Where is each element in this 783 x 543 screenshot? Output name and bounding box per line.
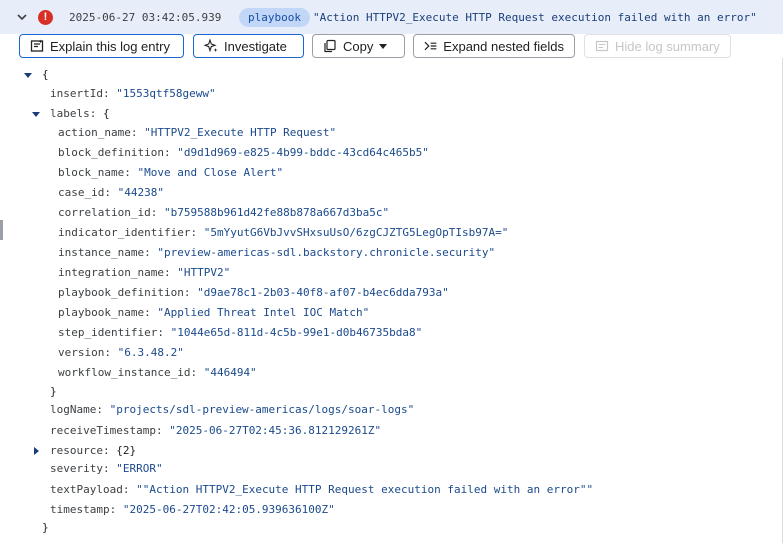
label-row: case_id: "44238" [58, 186, 164, 200]
field-value[interactable]: "1553qtf58geww" [116, 87, 215, 100]
label-row: workflow_instance_id: "446494" [58, 366, 257, 380]
log-summary: "Action HTTPV2_Execute HTTP Request exec… [313, 11, 757, 24]
field-key: workflow_instance_id: [58, 366, 198, 379]
investigate-button[interactable]: Investigate [193, 34, 304, 58]
field-key: case_id: [58, 186, 111, 199]
field-labels[interactable]: labels: { [50, 107, 110, 121]
field-key: severity: [50, 462, 110, 475]
expand-nested-fields-label: Expand nested fields [443, 38, 564, 54]
field-key: timestamp: [50, 503, 117, 516]
label-row: indicator_identifier: "5mYyutG6VbJvvSHxs… [58, 226, 508, 240]
field-key: playbook_definition: [58, 286, 191, 299]
labels-close-brace: } [50, 385, 57, 398]
source-chip[interactable]: playbook [239, 8, 310, 27]
field-value[interactable]: "HTTPV2" [177, 266, 230, 279]
field-key: labels: [50, 107, 97, 120]
field-value[interactable]: "projects/sdl-preview-americas/logs/soar… [110, 403, 415, 416]
field-resource[interactable]: resource: {2} [50, 444, 136, 458]
label-row: block_definition: "d9d1d969-e825-4b99-bd… [58, 146, 429, 160]
field-value[interactable]: "Move and Close Alert" [137, 166, 283, 179]
label-row: playbook_name: "Applied Threat Intel IOC… [58, 306, 369, 320]
hide-log-summary-label: Hide log summary [615, 38, 720, 54]
field-key: integration_name: [58, 266, 171, 279]
field-insertId: insertId: "1553qtf58geww" [50, 87, 216, 101]
copy-label: Copy [343, 38, 374, 54]
root-close-brace: } [42, 521, 49, 534]
expand-nested-fields-button[interactable]: Expand nested fields [413, 34, 575, 58]
expand-icon [424, 41, 437, 51]
copy-button[interactable]: Copy [312, 34, 405, 58]
label-row: action_name: "HTTPV2_Execute HTTP Reques… [58, 126, 336, 140]
field-key: version: [58, 346, 111, 359]
field-value[interactable]: "HTTPV2_Execute HTTP Request" [144, 126, 336, 139]
field-value[interactable]: ""Action HTTPV2_Execute HTTP Request exe… [136, 483, 593, 496]
field-key: block_definition: [58, 146, 171, 159]
field-logName: logName: "projects/sdl-preview-americas/… [50, 403, 414, 417]
field-textPayload: textPayload: ""Action HTTPV2_Execute HTT… [50, 483, 593, 497]
field-timestamp: timestamp: "2025-06-27T02:42:05.93963610… [50, 503, 335, 517]
field-key: correlation_id: [58, 206, 158, 219]
log-timestamp: 2025-06-27 03:42:05.939 [69, 11, 222, 24]
field-key: textPayload: [50, 483, 130, 496]
field-value[interactable]: "44238" [118, 186, 164, 199]
label-row: integration_name: "HTTPV2" [58, 266, 230, 280]
field-value[interactable]: "preview-americas-sdl.backstory.chronicl… [157, 246, 495, 259]
field-key: logName: [50, 403, 103, 416]
label-row: version: "6.3.48.2" [58, 346, 184, 360]
collapse-labels-toggle[interactable] [32, 112, 40, 117]
label-row: instance_name: "preview-americas-sdl.bac… [58, 246, 495, 260]
field-key: block_name: [58, 166, 131, 179]
field-key: insertId: [50, 87, 110, 100]
field-key: resource: [50, 444, 110, 457]
error-icon: ! [38, 10, 53, 25]
log-entry-header[interactable]: ! 2025-06-27 03:42:05.939 playbook "Acti… [0, 0, 783, 34]
resize-handle[interactable] [0, 220, 3, 240]
hide-summary-icon [595, 40, 609, 52]
expand-resource-toggle[interactable] [34, 447, 39, 455]
labels-open-brace: { [102, 107, 110, 120]
field-value[interactable]: "b759588b961d42fe88b878a667d3ba5c" [164, 206, 389, 219]
field-value[interactable]: "446494" [204, 366, 257, 379]
label-row: playbook_definition: "d9ae78c1-2b03-40f8… [58, 286, 449, 300]
sparkle-icon [204, 39, 218, 53]
field-value[interactable]: "ERROR" [116, 462, 162, 475]
hide-log-summary-button: Hide log summary [584, 34, 731, 58]
field-value[interactable]: "6.3.48.2" [118, 346, 184, 359]
field-value[interactable]: "d9d1d969-e825-4b99-bddc-43cd64c465b5" [177, 146, 429, 159]
field-key: playbook_name: [58, 306, 151, 319]
chevron-down-icon[interactable] [16, 11, 28, 23]
label-row: correlation_id: "b759588b961d42fe88b878a… [58, 206, 389, 220]
label-row: block_name: "Move and Close Alert" [58, 166, 283, 180]
field-receiveTimestamp: receiveTimestamp: "2025-06-27T02:45:36.8… [50, 424, 381, 438]
caret-down-icon [379, 43, 388, 49]
field-value[interactable]: "d9ae78c1-2b03-40f8-af07-b4ec6dda793a" [197, 286, 449, 299]
field-key: instance_name: [58, 246, 151, 259]
field-severity: severity: "ERROR" [50, 462, 163, 476]
field-value[interactable]: "1044e65d-811d-4c5b-99e1-d0b46735bda8" [171, 326, 423, 339]
field-key: step_identifier: [58, 326, 164, 339]
field-value[interactable]: "2025-06-27T02:42:05.939636100Z" [123, 503, 335, 516]
copy-icon [324, 39, 336, 53]
field-value[interactable]: "2025-06-27T02:45:36.812129261Z" [169, 424, 381, 437]
label-row: step_identifier: "1044e65d-811d-4c5b-99e… [58, 326, 422, 340]
explain-log-entry-button[interactable]: Explain this log entry [19, 34, 184, 58]
field-value[interactable]: "5mYyutG6VbJvvSHxsuUsO/6zgCJZTG5LegOpTIs… [204, 226, 509, 239]
field-key: indicator_identifier: [58, 226, 198, 239]
explain-log-entry-label: Explain this log entry [50, 38, 170, 54]
field-key: action_name: [58, 126, 138, 139]
investigate-label: Investigate [224, 38, 287, 54]
root-open-brace: { [42, 68, 49, 81]
field-key: receiveTimestamp: [50, 424, 163, 437]
field-value[interactable]: "Applied Threat Intel IOC Match" [157, 306, 369, 319]
collapse-root-toggle[interactable] [24, 73, 32, 78]
field-value: {2} [116, 444, 137, 457]
sparkle-doc-icon [30, 39, 44, 52]
